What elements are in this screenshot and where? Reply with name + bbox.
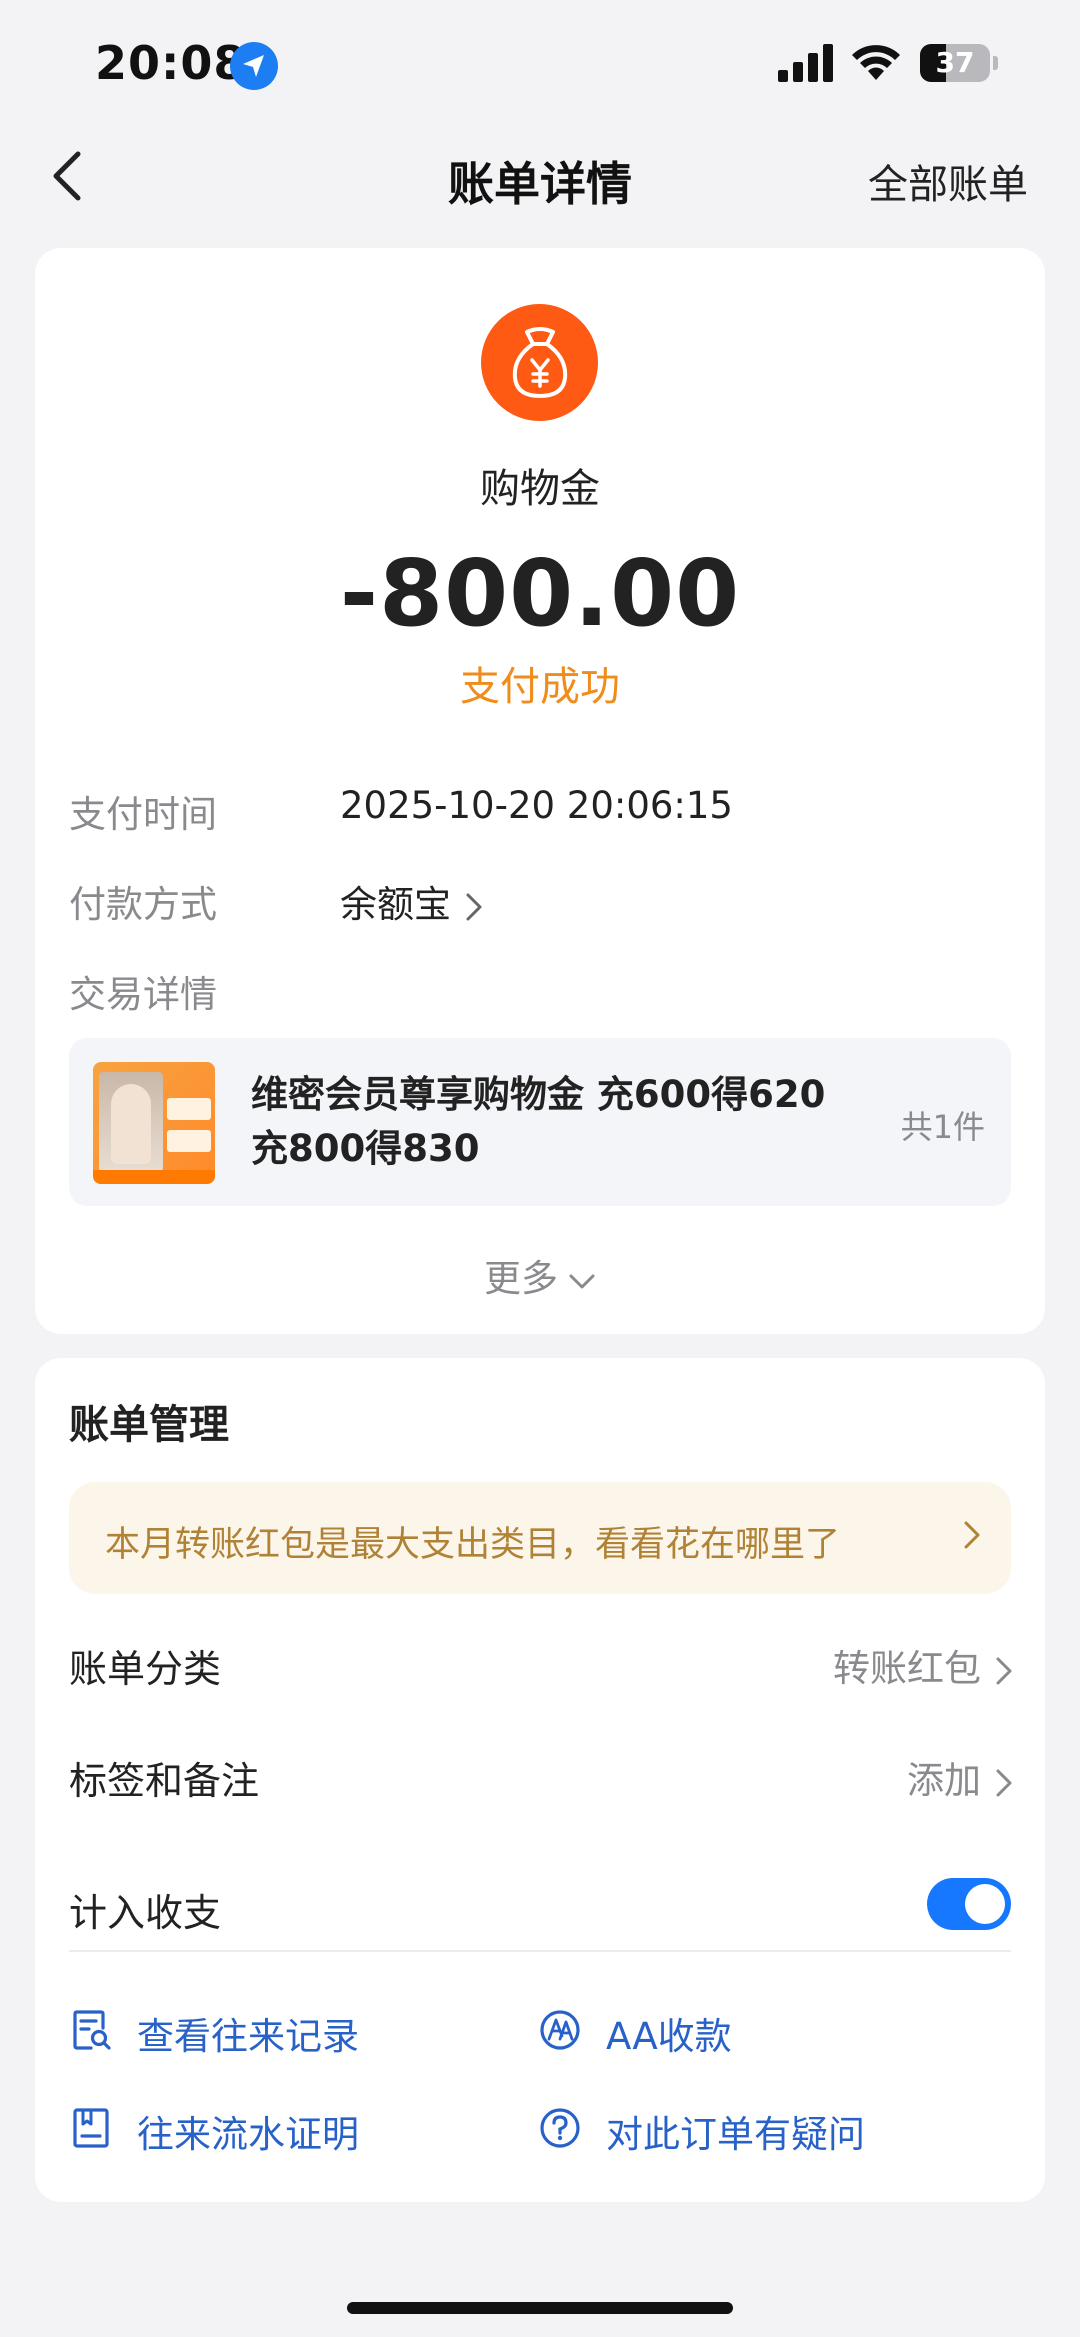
bill-amount: -800.00 [339,540,741,647]
include-label: 计入收支 [69,1891,222,1935]
chevron-right-icon [964,1521,980,1549]
tags-text: 添加 [907,1759,981,1802]
battery-percent: 37 [935,46,975,79]
trade-title-line1: 维密会员尊享购物金 充600得620 [251,1073,826,1116]
trade-title-line2: 充800得830 [251,1127,480,1170]
cellular-signal-icon [778,44,833,82]
trade-item[interactable]: 维密会员尊享购物金 充600得620 充800得830 共1件 [69,1038,1011,1206]
trade-title: 维密会员尊享购物金 充600得620 充800得830 [251,1068,851,1176]
battery-tip [993,56,998,70]
trade-count: 共1件 [900,1108,985,1146]
pay-time-value: 2025-10-20 20:06:15 [340,784,733,827]
bill-detail-card: 购物金 -800.00 支付成功 支付时间 2025-10-20 20:06:1… [35,248,1045,1334]
location-arrow-icon [230,42,278,90]
pay-method-text: 余额宝 [340,883,451,926]
status-time: 20:08 [95,36,247,90]
aa-icon [540,2010,580,2050]
more-button[interactable]: 更多 [35,1248,1045,1302]
tags-value[interactable]: 添加 [907,1750,1013,1804]
spending-tip-banner[interactable]: 本月转账红包是最大支出类目，看看花在哪里了 [69,1482,1011,1594]
include-toggle[interactable] [927,1878,1011,1930]
flow-proof-label: 往来流水证明 [137,2113,359,2156]
category-value[interactable]: 转账红包 [833,1638,1013,1692]
category-text: 转账红包 [833,1647,981,1690]
wifi-icon [852,45,900,80]
product-thumbnail [93,1062,215,1184]
divider [69,1950,1011,1952]
records-search-icon [73,2010,111,2050]
more-label: 更多 [484,1257,558,1300]
trade-detail-label: 交易详情 [69,973,217,1016]
chevron-right-icon [996,1769,1012,1796]
all-bills-link[interactable]: 全部账单 [868,152,1028,210]
battery-icon: 37 [920,44,990,82]
chevron-right-icon [466,893,482,920]
home-indicator[interactable] [347,2302,733,2314]
nav-bar: 账单详情 全部账单 [0,130,1080,220]
pay-method-label: 付款方式 [69,883,217,926]
tags-label: 标签和备注 [69,1759,260,1803]
order-question-label: 对此订单有疑问 [606,2113,865,2156]
chevron-right-icon [996,1657,1012,1684]
toggle-knob [965,1884,1005,1924]
view-records-label: 查看往来记录 [137,2015,359,2058]
chevron-down-icon [569,1274,595,1288]
bill-manage-card: 账单管理 本月转账红包是最大支出类目，看看花在哪里了 账单分类 转账红包 标签和… [35,1358,1045,2202]
pay-method-value[interactable]: 余额宝 [340,874,483,928]
merchant-name: 购物金 [480,466,600,512]
tip-text: 本月转账红包是最大支出类目，看看花在哪里了 [105,1525,841,1565]
aa-collect-label: AA收款 [606,2015,732,2058]
pay-time-label: 支付时间 [69,793,217,836]
status-bar: 20:08 37 [0,0,1080,120]
document-proof-icon [73,2108,109,2148]
section-title: 账单管理 [69,1402,229,1448]
money-bag-icon [481,304,598,421]
category-label: 账单分类 [69,1647,222,1691]
question-icon [540,2108,580,2148]
payment-status: 支付成功 [460,664,620,710]
